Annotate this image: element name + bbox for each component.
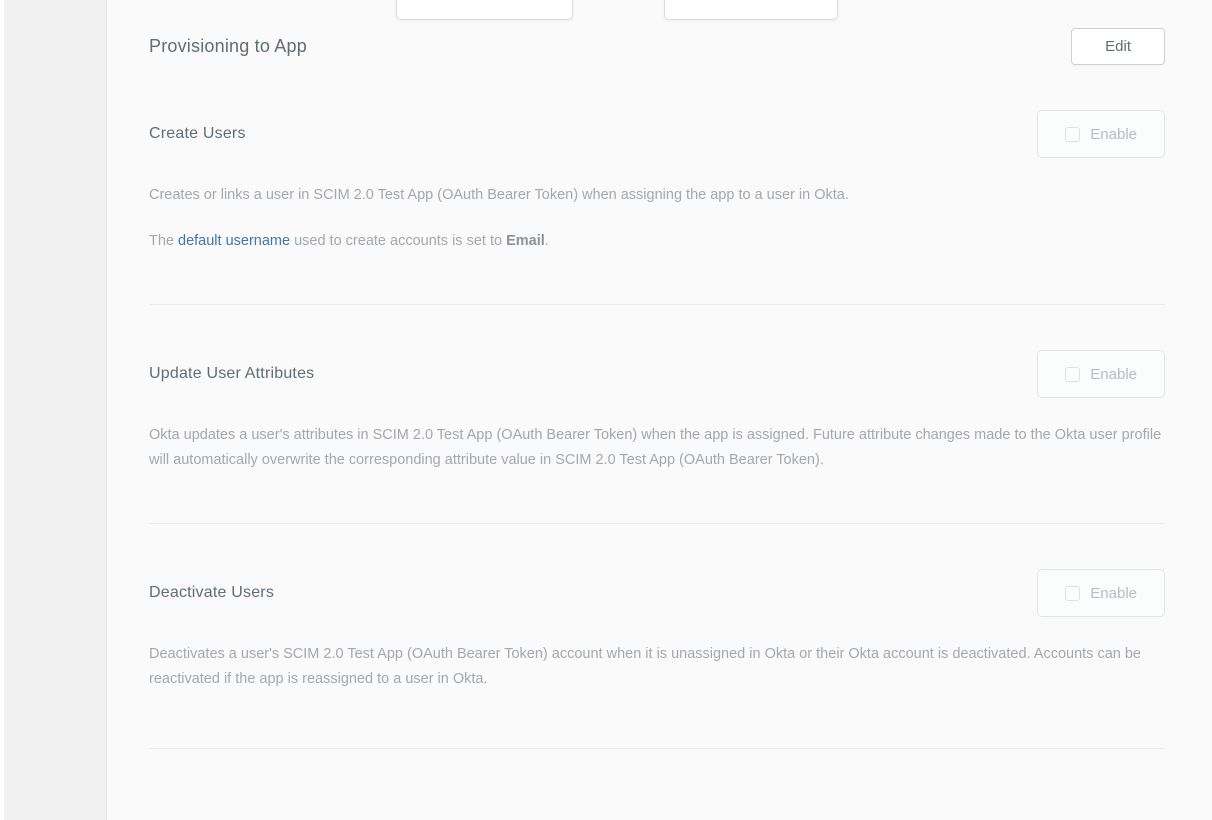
main-content: Provisioning to App Edit Create Users En… [107,0,1212,820]
note-prefix: The [149,233,178,249]
sidebar [4,0,107,820]
section-divider [149,304,1165,305]
app-window: Provisioning to App Edit Create Users En… [0,0,1212,820]
section-create-users: Create Users Enable Creates or links a u… [149,110,1165,305]
edit-button[interactable]: Edit [1071,28,1165,65]
section-header: Deactivate Users Enable [149,569,1165,617]
section-divider [149,523,1165,524]
enable-button-label: Enable [1090,366,1137,383]
section-title-deactivate-users: Deactivate Users [149,584,274,602]
default-username-note: The default username used to create acco… [149,229,1165,254]
note-bold-value: Email [506,233,545,249]
provisioning-header: Provisioning to App Edit [149,28,1165,65]
note-middle: used to create accounts is set to [290,233,506,249]
section-title-update-user-attributes: Update User Attributes [149,365,314,383]
enable-button-deactivate-users[interactable]: Enable [1037,569,1165,617]
enable-checkbox-icon[interactable] [1065,367,1080,382]
page-title: Provisioning to App [149,36,307,57]
section-update-user-attributes: Update User Attributes Enable Okta updat… [149,350,1165,524]
section-description: Okta updates a user's attributes in SCIM… [149,423,1165,473]
enable-button-update-user-attributes[interactable]: Enable [1037,350,1165,398]
section-title-create-users: Create Users [149,125,246,143]
note-suffix: . [545,233,549,249]
enable-button-label: Enable [1090,585,1137,602]
enable-checkbox-icon[interactable] [1065,586,1080,601]
default-username-link[interactable]: default username [178,233,290,249]
enable-button-label: Enable [1090,126,1137,143]
section-divider [149,748,1165,749]
partial-input-field-left[interactable] [396,0,573,20]
section-header: Create Users Enable [149,110,1165,158]
enable-checkbox-icon[interactable] [1065,127,1080,142]
section-description: Creates or links a user in SCIM 2.0 Test… [149,183,1165,208]
enable-button-create-users[interactable]: Enable [1037,110,1165,158]
section-deactivate-users: Deactivate Users Enable Deactivates a us… [149,569,1165,749]
partial-input-field-right[interactable] [664,0,838,20]
section-description: Deactivates a user's SCIM 2.0 Test App (… [149,642,1165,692]
section-header: Update User Attributes Enable [149,350,1165,398]
